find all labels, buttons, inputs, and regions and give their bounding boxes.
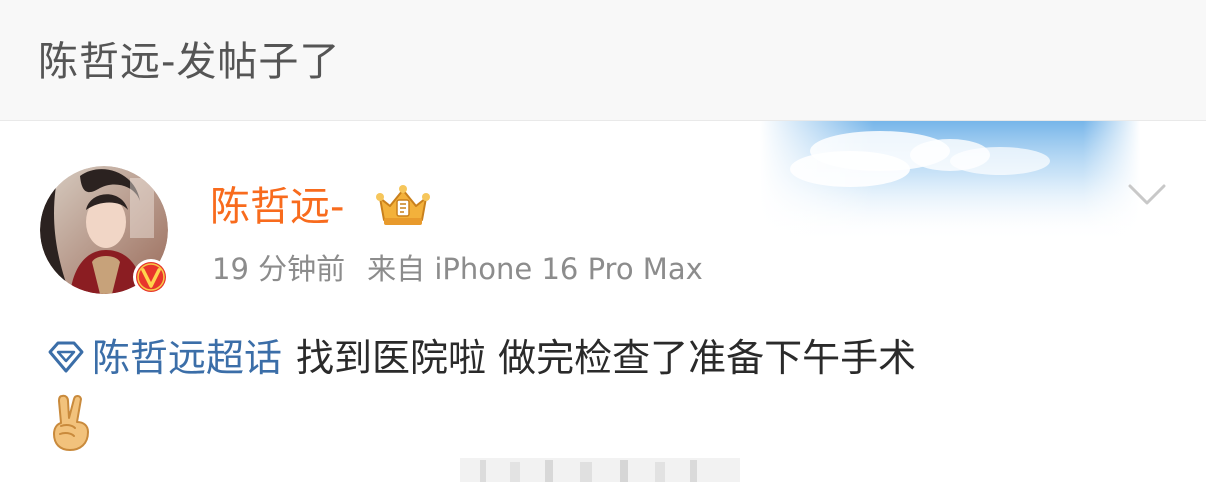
post-source: 来自 iPhone 16 Pro Max xyxy=(367,252,703,286)
verified-badge-icon xyxy=(133,259,169,295)
crown-member-icon[interactable] xyxy=(374,184,432,230)
super-topic-diamond-icon xyxy=(48,341,84,373)
chevron-down-icon[interactable] xyxy=(1126,178,1168,210)
cloud-banner-decoration xyxy=(760,121,1140,241)
post-time: 19 分钟前 xyxy=(212,252,346,286)
post-meta: 19 分钟前 来自 iPhone 16 Pro Max xyxy=(212,248,703,290)
page-title: 陈哲远-发帖子了 xyxy=(38,39,341,85)
avatar-container[interactable] xyxy=(40,166,169,295)
post-body-text: 找到医院啦 做完检查了准备下午手术 xyxy=(296,336,917,380)
super-topic-link[interactable]: 陈哲远超话 xyxy=(92,336,282,380)
top-header: 陈哲远-发帖子了 xyxy=(0,0,1206,121)
username-link[interactable]: 陈哲远- xyxy=(210,180,344,234)
post-content: 陈哲远超话 找到医院啦 做完检查了准备下午手术 xyxy=(46,330,1166,386)
weibo-post-screen: 陈哲远-发帖子了 陈哲远- 19 分钟前 来自 iPhone 16 Pro Ma… xyxy=(0,0,1206,490)
victory-hand-emoji-icon xyxy=(53,394,89,451)
blurred-image-placeholder xyxy=(460,458,740,482)
